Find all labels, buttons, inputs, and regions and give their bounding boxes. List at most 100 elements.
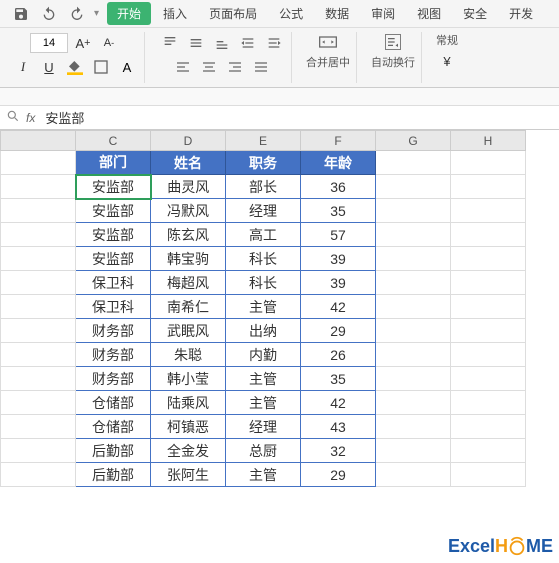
col-header[interactable]: F bbox=[301, 131, 376, 151]
tab-review[interactable]: 审阅 bbox=[361, 2, 405, 25]
cell-age[interactable]: 32 bbox=[301, 439, 376, 463]
cell-name[interactable]: 陆乘风 bbox=[151, 391, 226, 415]
cell-title[interactable]: 内勤 bbox=[226, 343, 301, 367]
cell-name[interactable]: 张阿生 bbox=[151, 463, 226, 487]
cell-dept[interactable]: 安监部 bbox=[76, 199, 151, 223]
formula-input[interactable]: 安监部 bbox=[41, 106, 553, 129]
align-center-icon[interactable] bbox=[198, 56, 220, 78]
cell-dept[interactable]: 后勤部 bbox=[76, 439, 151, 463]
cell-age[interactable]: 42 bbox=[301, 295, 376, 319]
cell-age[interactable]: 39 bbox=[301, 271, 376, 295]
cell-age[interactable]: 36 bbox=[301, 175, 376, 199]
cell-name[interactable]: 武眠风 bbox=[151, 319, 226, 343]
align-right-icon[interactable] bbox=[224, 56, 246, 78]
cell-age[interactable]: 26 bbox=[301, 343, 376, 367]
cell-dept[interactable]: 仓储部 bbox=[76, 391, 151, 415]
cell-title[interactable]: 主管 bbox=[226, 463, 301, 487]
wrap-button[interactable]: 自动换行 bbox=[371, 32, 415, 70]
fill-color-icon[interactable] bbox=[64, 56, 86, 78]
cell-title[interactable]: 科长 bbox=[226, 271, 301, 295]
cell-dept[interactable]: 财务部 bbox=[76, 319, 151, 343]
cell-title[interactable]: 经理 bbox=[226, 415, 301, 439]
fx-label[interactable]: fx bbox=[26, 111, 35, 125]
tab-security[interactable]: 安全 bbox=[453, 2, 497, 25]
cell-dept[interactable]: 仓储部 bbox=[76, 415, 151, 439]
cell-age[interactable]: 57 bbox=[301, 223, 376, 247]
cell-dept[interactable]: 保卫科 bbox=[76, 271, 151, 295]
header-cell[interactable]: 部门 bbox=[76, 151, 151, 175]
cell-dept[interactable]: 后勤部 bbox=[76, 463, 151, 487]
undo-icon[interactable] bbox=[38, 3, 60, 25]
indent-right-icon[interactable] bbox=[263, 32, 285, 54]
cell-age[interactable]: 29 bbox=[301, 319, 376, 343]
col-header[interactable]: E bbox=[226, 131, 301, 151]
align-left-icon[interactable] bbox=[172, 56, 194, 78]
cell-dept[interactable]: 财务部 bbox=[76, 367, 151, 391]
cell-dept[interactable]: 安监部 bbox=[76, 247, 151, 271]
cell-age[interactable]: 42 bbox=[301, 391, 376, 415]
cell-dept[interactable]: 安监部 bbox=[76, 175, 151, 199]
cell-name[interactable]: 柯镇恶 bbox=[151, 415, 226, 439]
cell-age[interactable]: 29 bbox=[301, 463, 376, 487]
indent-left-icon[interactable] bbox=[237, 32, 259, 54]
align-middle-icon[interactable] bbox=[185, 32, 207, 54]
corner-cell[interactable] bbox=[1, 131, 76, 151]
tab-insert[interactable]: 插入 bbox=[153, 2, 197, 25]
cell-age[interactable]: 39 bbox=[301, 247, 376, 271]
format-label[interactable]: 常规 bbox=[436, 32, 458, 48]
cell-dept[interactable]: 财务部 bbox=[76, 343, 151, 367]
cell-title[interactable]: 高工 bbox=[226, 223, 301, 247]
tab-layout[interactable]: 页面布局 bbox=[199, 2, 267, 25]
merge-button[interactable]: 合并居中 bbox=[306, 32, 350, 70]
tab-dev[interactable]: 开发 bbox=[499, 2, 543, 25]
cell-dept[interactable]: 安监部 bbox=[76, 223, 151, 247]
cell-name[interactable]: 冯默风 bbox=[151, 199, 226, 223]
cell-name[interactable]: 朱聪 bbox=[151, 343, 226, 367]
cell-title[interactable]: 主管 bbox=[226, 391, 301, 415]
cell-dept[interactable]: 保卫科 bbox=[76, 295, 151, 319]
border-icon[interactable] bbox=[90, 56, 112, 78]
col-header[interactable]: G bbox=[376, 131, 451, 151]
align-bottom-icon[interactable] bbox=[211, 32, 233, 54]
cell-age[interactable]: 35 bbox=[301, 199, 376, 223]
italic-icon[interactable]: I bbox=[12, 56, 34, 78]
font-color-icon[interactable]: A bbox=[116, 56, 138, 78]
save-icon[interactable] bbox=[10, 3, 32, 25]
cell-name[interactable]: 全金发 bbox=[151, 439, 226, 463]
cell-title[interactable]: 总厨 bbox=[226, 439, 301, 463]
tab-view[interactable]: 视图 bbox=[407, 2, 451, 25]
header-cell[interactable]: 年龄 bbox=[301, 151, 376, 175]
qat-dropdown-icon[interactable]: ▾ bbox=[94, 8, 99, 19]
cell-age[interactable]: 43 bbox=[301, 415, 376, 439]
cell-title[interactable]: 出纳 bbox=[226, 319, 301, 343]
col-header[interactable]: H bbox=[451, 131, 526, 151]
cell-name[interactable]: 梅超风 bbox=[151, 271, 226, 295]
spreadsheet[interactable]: C D E F G H 部门 姓名 职务 年龄 安监部 曲灵风 部长 36 安监… bbox=[0, 130, 559, 487]
redo-icon[interactable] bbox=[66, 3, 88, 25]
align-justify-icon[interactable] bbox=[250, 56, 272, 78]
increase-font-icon[interactable]: A+ bbox=[72, 32, 94, 54]
cell-title[interactable]: 主管 bbox=[226, 367, 301, 391]
cell-title[interactable]: 科长 bbox=[226, 247, 301, 271]
col-header[interactable]: C bbox=[76, 131, 151, 151]
cell-name[interactable]: 南希仁 bbox=[151, 295, 226, 319]
header-cell[interactable]: 姓名 bbox=[151, 151, 226, 175]
tab-formula[interactable]: 公式 bbox=[269, 2, 313, 25]
cell-age[interactable]: 35 bbox=[301, 367, 376, 391]
cell-title[interactable]: 经理 bbox=[226, 199, 301, 223]
col-header[interactable]: D bbox=[151, 131, 226, 151]
underline-icon[interactable]: U bbox=[38, 56, 60, 78]
cell-name[interactable]: 韩宝驹 bbox=[151, 247, 226, 271]
align-top-icon[interactable] bbox=[159, 32, 181, 54]
header-cell[interactable]: 职务 bbox=[226, 151, 301, 175]
tab-data[interactable]: 数据 bbox=[315, 2, 359, 25]
tab-start[interactable]: 开始 bbox=[107, 2, 151, 25]
cell-name[interactable]: 曲灵风 bbox=[151, 175, 226, 199]
decrease-font-icon[interactable]: A- bbox=[98, 32, 120, 54]
cell-name[interactable]: 陈玄风 bbox=[151, 223, 226, 247]
currency-icon[interactable]: ¥ bbox=[436, 50, 458, 72]
name-box-icon[interactable] bbox=[6, 109, 20, 126]
cell-title[interactable]: 主管 bbox=[226, 295, 301, 319]
cell-name[interactable]: 韩小莹 bbox=[151, 367, 226, 391]
font-size-input[interactable] bbox=[30, 33, 68, 53]
